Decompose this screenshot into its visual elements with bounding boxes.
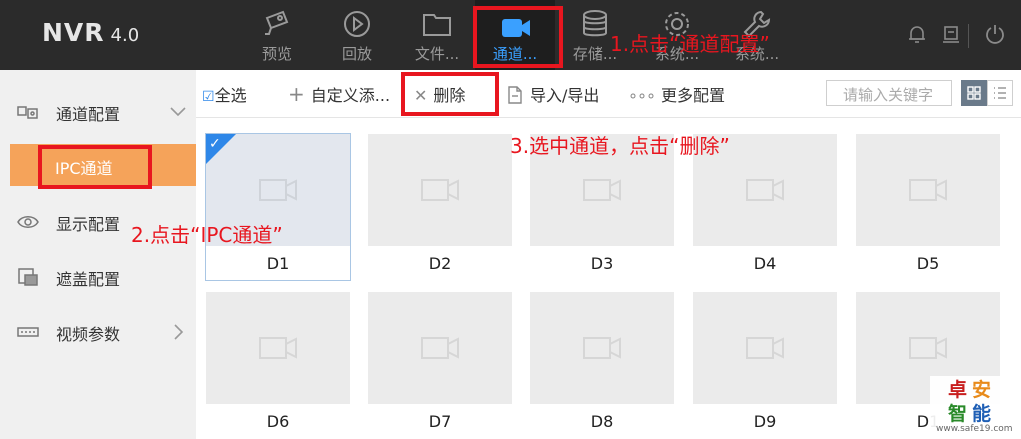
- list-view-button[interactable]: [987, 80, 1013, 106]
- grid-icon: [967, 86, 981, 100]
- camera-placeholder-icon: [746, 179, 784, 201]
- camera-placeholder-icon: [583, 337, 621, 359]
- more-config-button[interactable]: ∘∘∘ 更多配置: [628, 82, 725, 106]
- bell-icon[interactable]: [908, 24, 926, 44]
- camera-placeholder-icon: [909, 179, 947, 201]
- chevron-right-icon: [174, 324, 184, 340]
- nav-label: 回放: [341, 45, 372, 63]
- mask-icon: [18, 268, 38, 286]
- camera-icon: [265, 10, 289, 35]
- sidebar-item-label: 视频参数: [56, 325, 121, 344]
- sidebar-item-channel-config[interactable]: 通道配置: [0, 90, 196, 134]
- import-export-button[interactable]: 导入/导出: [506, 82, 599, 106]
- lock-screen-icon[interactable]: [942, 24, 960, 44]
- eye-icon: [17, 216, 39, 228]
- channel-label: D2: [428, 254, 452, 273]
- nav-label: 预览: [261, 45, 292, 63]
- select-all-label: 全选: [214, 86, 247, 105]
- plus-icon: +: [288, 82, 305, 106]
- select-all-checkbox[interactable]: ☑全选: [202, 82, 247, 106]
- camera-placeholder-icon: [259, 337, 297, 359]
- app-logo: NVR 4.0: [42, 18, 139, 47]
- sidebar-item-label: 遮盖配置: [56, 270, 121, 289]
- custom-add-label: 自定义添...: [310, 86, 391, 105]
- channel-label: D1: [266, 254, 290, 273]
- folder-icon: [423, 14, 451, 36]
- channel-label: D9: [753, 412, 777, 431]
- svg-text:安: 安: [972, 378, 991, 401]
- sidebar: 通道配置 IPC通道 显示配置 遮盖配置 视频参数: [0, 70, 196, 439]
- list-icon: [994, 87, 1006, 99]
- playback-icon: [344, 11, 370, 37]
- channel-label: D6: [266, 412, 290, 431]
- logo-text: NVR: [42, 18, 105, 47]
- camera-placeholder-icon: [746, 337, 784, 359]
- channel-label: D8: [590, 412, 614, 431]
- svg-text:能: 能: [972, 402, 991, 425]
- checkbox-checked-icon: ☑: [202, 89, 215, 105]
- highlight-ipc-channel: [38, 145, 152, 189]
- highlight-channel-nav: [473, 6, 563, 68]
- channel-label: D4: [753, 254, 777, 273]
- nav-file[interactable]: 文件...: [397, 0, 477, 70]
- camera-placeholder-icon: [583, 179, 621, 201]
- channel-label: D7: [428, 412, 452, 431]
- more-dots-icon: ∘∘∘: [628, 86, 656, 105]
- divider: [968, 24, 969, 48]
- annotation-step-1: 1.点击“通道配置”: [610, 32, 770, 56]
- channel-label: D5: [916, 254, 940, 273]
- annotation-step-3: 3.选中通道，点击“删除”: [510, 134, 730, 158]
- database-icon: [583, 10, 607, 37]
- nav-label: 文件...: [414, 45, 460, 63]
- logo-version: 4.0: [110, 25, 140, 46]
- search-input[interactable]: 请输入关键字: [826, 80, 952, 106]
- watermark-url: www.safe19.com: [936, 424, 1013, 434]
- video-param-icon: [17, 327, 39, 337]
- svg-text:卓: 卓: [948, 378, 967, 401]
- sidebar-item-label: 显示配置: [56, 215, 121, 234]
- highlight-delete: [401, 72, 499, 116]
- import-export-label: 导入/导出: [530, 86, 600, 105]
- camera-placeholder-icon: [421, 337, 459, 359]
- power-icon[interactable]: [985, 24, 1005, 44]
- grid-view-button[interactable]: [961, 80, 987, 106]
- more-config-label: 更多配置: [661, 86, 726, 105]
- camera-placeholder-icon: [421, 179, 459, 201]
- custom-add-button[interactable]: + 自定义添...: [288, 82, 390, 106]
- sidebar-item-mask-config[interactable]: 遮盖配置: [0, 255, 196, 299]
- camera-placeholder-icon: [909, 337, 947, 359]
- checkmark-icon: ✓: [209, 136, 221, 152]
- channel-toolbar: ☑全选 + 自定义添... ✕ 删除 导入/导出 ∘∘∘ 更多配置 请输入关键字: [196, 70, 1021, 118]
- search-placeholder: 请输入关键字: [843, 86, 934, 104]
- annotation-step-2: 2.点击“IPC通道”: [131, 223, 283, 247]
- svg-text:智: 智: [948, 402, 967, 425]
- channel-label: D3: [590, 254, 614, 273]
- watermark-logo: 卓 安 智 能: [948, 378, 991, 425]
- nav-preview[interactable]: 预览: [237, 0, 317, 70]
- sidebar-item-label: 通道配置: [56, 105, 121, 124]
- chevron-down-icon: [170, 107, 186, 117]
- nav-playback[interactable]: 回放: [317, 0, 397, 70]
- channel-config-icon: [17, 106, 38, 119]
- sidebar-item-video-params[interactable]: 视频参数: [0, 310, 196, 354]
- watermark: 卓 安 智 能 www.safe19.com: [930, 376, 1021, 439]
- document-icon: [508, 86, 522, 104]
